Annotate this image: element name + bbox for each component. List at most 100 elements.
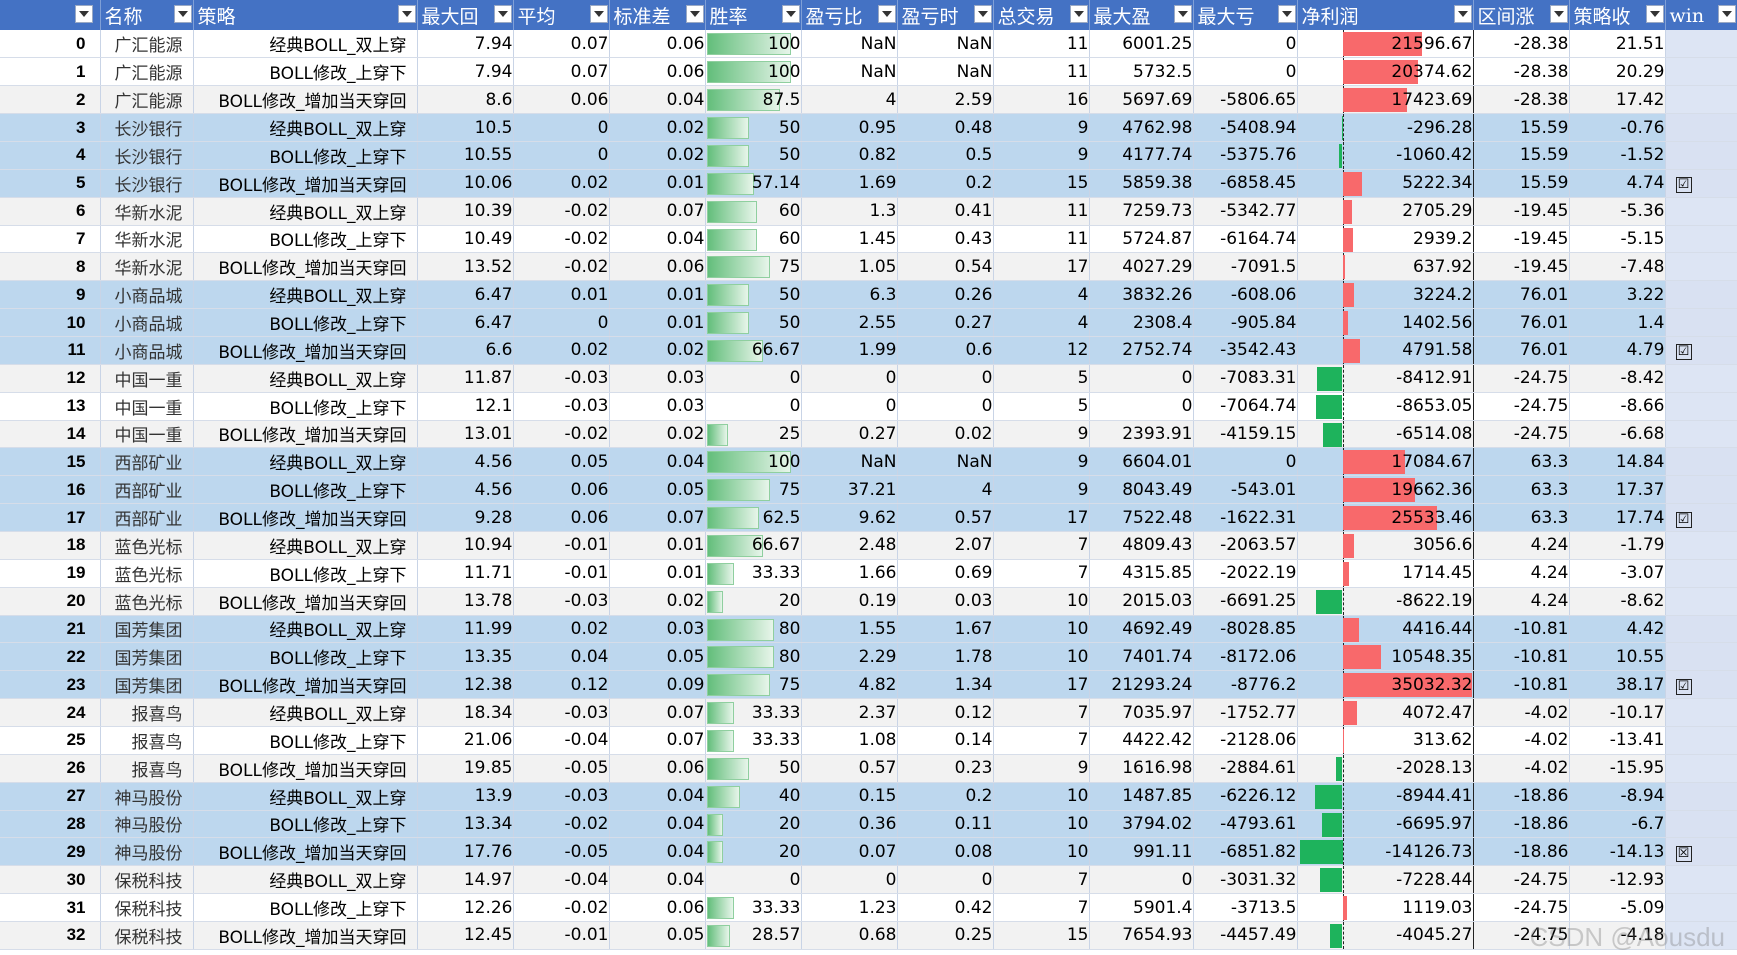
cell-pl-time[interactable]: 0.5 (897, 141, 994, 170)
cell-max-profit[interactable]: 5724.87 (1089, 225, 1194, 254)
cell-pl-ratio[interactable]: 2.29 (801, 642, 898, 672)
cell-max-drawback[interactable]: 11.71 (417, 559, 514, 588)
cell-max-profit[interactable]: 4422.42 (1089, 726, 1194, 755)
cell-win-rate[interactable]: 50 (705, 754, 802, 783)
row-index[interactable]: 23 (0, 670, 101, 700)
cell-pl-time[interactable]: 0.42 (897, 893, 994, 922)
cell-strategy[interactable]: 经典BOLL_双上穿 (193, 615, 418, 644)
table-row[interactable]: 1 广汇能源 BOLL修改_上穿下 7.94 0.07 0.06 100 NaN NaN 11 57… (0, 57, 1737, 87)
cell-avg[interactable]: 0.07 (513, 30, 610, 59)
cell-strategy[interactable]: 经典BOLL_双上穿 (193, 197, 418, 226)
row-index[interactable]: 25 (0, 726, 101, 755)
cell-max-drawback[interactable]: 18.34 (417, 698, 514, 727)
cell-total-trades[interactable]: 15 (993, 921, 1090, 950)
cell-range-rise[interactable]: -4.02 (1473, 754, 1570, 783)
cell-max-profit[interactable]: 6604.01 (1089, 447, 1194, 477)
cell-win[interactable] (1665, 57, 1737, 87)
cell-win-rate[interactable]: 0 (705, 865, 802, 895)
table-row[interactable]: 21 国芳集团 经典BOLL_双上穿 11.99 0.02 0.03 80 1.55 1.67 1… (0, 615, 1737, 644)
cell-pl-time[interactable]: 0.43 (897, 225, 994, 254)
cell-avg[interactable]: -0.01 (513, 559, 610, 588)
cell-strategy[interactable]: BOLL修改_增加当天穿回 (193, 169, 418, 198)
filter-dropdown-icon[interactable] (1277, 5, 1296, 23)
cell-avg[interactable]: 0.06 (513, 503, 610, 532)
cell-max-loss[interactable]: -6851.82 (1193, 837, 1298, 867)
cell-std[interactable]: 0.07 (609, 698, 706, 727)
cell-strategy-return[interactable]: 1.4 (1569, 308, 1666, 337)
cell-win[interactable] (1665, 754, 1737, 783)
row-index[interactable]: 3 (0, 113, 101, 142)
cell-strategy[interactable]: 经典BOLL_双上穿 (193, 113, 418, 142)
cell-name[interactable]: 华新水泥 (100, 225, 194, 254)
cell-strategy[interactable]: BOLL修改_上穿下 (193, 726, 418, 755)
cell-win-rate[interactable]: 80 (705, 642, 802, 672)
cell-std[interactable]: 0.03 (609, 615, 706, 644)
cell-win[interactable] (1665, 197, 1737, 226)
cell-range-rise[interactable]: -18.86 (1473, 782, 1570, 811)
cell-avg[interactable]: -0.03 (513, 782, 610, 811)
cell-pl-time[interactable]: 0.54 (897, 252, 994, 282)
cell-std[interactable]: 0.04 (609, 810, 706, 839)
row-index[interactable]: 16 (0, 475, 101, 505)
cell-strategy[interactable]: BOLL修改_增加当天穿回 (193, 336, 418, 365)
table-row[interactable]: 30 保税科技 经典BOLL_双上穿 14.97 -0.04 0.04 0 0 0 7 0 -3031… (0, 865, 1737, 895)
cell-max-loss[interactable]: -1622.31 (1193, 503, 1298, 532)
cell-max-profit[interactable]: 6001.25 (1089, 30, 1194, 59)
cell-win[interactable] (1665, 141, 1737, 170)
cell-total-trades[interactable]: 10 (993, 642, 1090, 672)
cell-pl-ratio[interactable]: 2.48 (801, 531, 898, 560)
cell-pl-time[interactable]: 0.11 (897, 810, 994, 839)
cell-range-rise[interactable]: -4.02 (1473, 726, 1570, 755)
header-win-rate[interactable]: 胜率 (705, 0, 802, 30)
cell-strategy[interactable]: BOLL修改_增加当天穿回 (193, 670, 418, 700)
cell-win[interactable] (1665, 559, 1737, 588)
cell-pl-time[interactable]: 0.48 (897, 113, 994, 142)
cell-range-rise[interactable]: -24.75 (1473, 420, 1570, 449)
table-row[interactable]: 14 中国一重 BOLL修改_增加当天穿回 13.01 -0.02 0.02 25 0.27 0… (0, 420, 1737, 449)
cell-net-profit[interactable]: 1714.45 (1296, 559, 1474, 588)
cell-range-rise[interactable]: -10.81 (1473, 670, 1570, 700)
cell-range-rise[interactable]: 76.01 (1473, 280, 1570, 310)
row-index[interactable]: 10 (0, 308, 101, 337)
cell-name[interactable]: 报喜鸟 (100, 726, 194, 755)
cell-win-rate[interactable]: 57.14 (705, 169, 802, 198)
cell-win[interactable]: ☒ (1665, 837, 1737, 867)
cell-strategy-return[interactable]: 38.17 (1569, 670, 1666, 700)
cell-strategy[interactable]: BOLL修改_增加当天穿回 (193, 837, 418, 867)
cell-max-drawback[interactable]: 13.34 (417, 810, 514, 839)
cell-max-drawback[interactable]: 10.49 (417, 225, 514, 254)
cell-max-drawback[interactable]: 19.85 (417, 754, 514, 783)
cell-max-drawback[interactable]: 13.01 (417, 420, 514, 449)
cell-win[interactable] (1665, 280, 1737, 310)
row-index[interactable]: 21 (0, 615, 101, 644)
cell-max-profit[interactable]: 2393.91 (1089, 420, 1194, 449)
cell-range-rise[interactable]: -18.86 (1473, 810, 1570, 839)
cell-name[interactable]: 保税科技 (100, 865, 194, 895)
cell-total-trades[interactable]: 4 (993, 280, 1090, 310)
cell-pl-time[interactable]: 0 (897, 364, 994, 393)
cell-net-profit[interactable]: 3056.6 (1296, 531, 1474, 560)
header-avg[interactable]: 平均 (513, 0, 610, 30)
cell-std[interactable]: 0.01 (609, 531, 706, 560)
header-net-profit[interactable]: 净利润 (1297, 0, 1474, 30)
cell-pl-time[interactable]: 0.2 (897, 782, 994, 811)
filter-dropdown-icon[interactable] (1069, 5, 1088, 23)
table-row[interactable]: 17 西部矿业 BOLL修改_增加当天穿回 9.28 0.06 0.07 62.5 9.62 0… (0, 503, 1737, 532)
cell-win[interactable] (1665, 893, 1737, 922)
cell-std[interactable]: 0.03 (609, 364, 706, 393)
cell-total-trades[interactable]: 7 (993, 531, 1090, 560)
cell-max-loss[interactable]: -5806.65 (1193, 85, 1298, 115)
cell-name[interactable]: 国芳集团 (100, 642, 194, 672)
cell-max-profit[interactable]: 1487.85 (1089, 782, 1194, 811)
table-row[interactable]: 8 华新水泥 BOLL修改_增加当天穿回 13.52 -0.02 0.06 75 1.05 0.… (0, 252, 1737, 282)
cell-avg[interactable]: 0.05 (513, 447, 610, 477)
header-win[interactable]: win (1665, 0, 1737, 30)
cell-std[interactable]: 0.01 (609, 559, 706, 588)
cell-avg[interactable]: 0.02 (513, 615, 610, 644)
row-index[interactable]: 8 (0, 252, 101, 282)
cell-win-rate[interactable]: 60 (705, 197, 802, 226)
cell-total-trades[interactable]: 11 (993, 225, 1090, 254)
cell-std[interactable]: 0.04 (609, 837, 706, 867)
cell-pl-ratio[interactable]: 0.57 (801, 754, 898, 783)
cell-std[interactable]: 0.02 (609, 420, 706, 449)
